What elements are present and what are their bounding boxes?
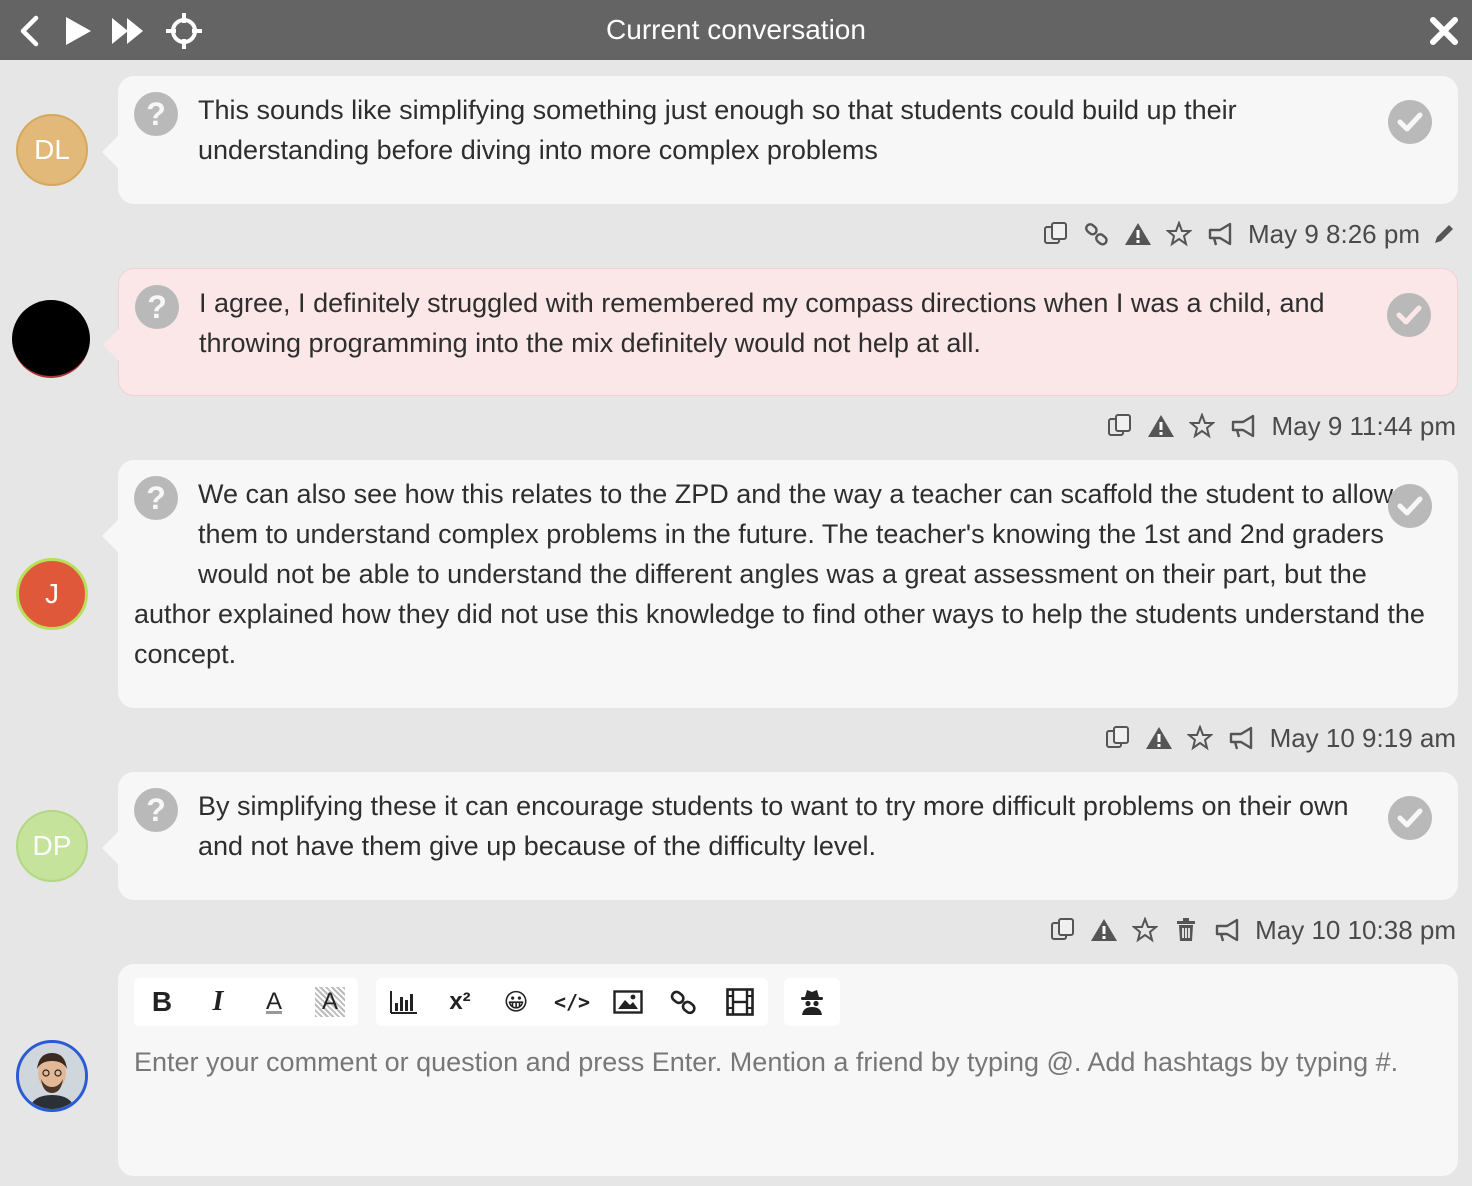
question-icon[interactable]: ? bbox=[134, 788, 178, 832]
star-icon[interactable] bbox=[1180, 718, 1221, 758]
page-title: Current conversation bbox=[606, 14, 866, 45]
link-button[interactable] bbox=[656, 978, 712, 1026]
comment-text: I agree, I definitely struggled with rem… bbox=[199, 288, 1325, 358]
comment-bubble: ? By simplifying these it can encourage … bbox=[102, 772, 1458, 900]
comment-text: By simplifying these it can encourage st… bbox=[198, 791, 1349, 861]
insert-toolbar: x² 😀 </> bbox=[376, 978, 768, 1026]
megaphone-icon[interactable] bbox=[1199, 214, 1240, 254]
image-button[interactable] bbox=[600, 978, 656, 1026]
user-photo-icon bbox=[19, 1043, 85, 1109]
question-icon[interactable]: ? bbox=[134, 92, 178, 136]
megaphone-icon[interactable] bbox=[1221, 718, 1262, 758]
film-icon bbox=[726, 988, 754, 1016]
avatar-initials: J bbox=[45, 578, 59, 609]
fast-forward-icon bbox=[112, 18, 143, 44]
timestamp: May 10 9:19 am bbox=[1269, 722, 1456, 753]
star-icon[interactable] bbox=[1124, 910, 1165, 950]
conversation-panel: DL ? This sounds like simplifying someth… bbox=[2, 60, 1472, 1186]
comment-meta: May 9 8:26 pm bbox=[1035, 214, 1456, 254]
trash-icon[interactable] bbox=[1165, 910, 1206, 950]
timestamp: May 9 8:26 pm bbox=[1248, 218, 1420, 249]
avatar[interactable] bbox=[12, 300, 90, 378]
crosshair-icon bbox=[166, 13, 202, 49]
avatar[interactable]: DP bbox=[16, 810, 88, 882]
copy-icon[interactable] bbox=[1099, 406, 1140, 446]
comment-text: This sounds like simplifying something j… bbox=[198, 95, 1237, 165]
check-icon[interactable] bbox=[1388, 100, 1432, 144]
check-icon[interactable] bbox=[1388, 796, 1432, 840]
check-icon[interactable] bbox=[1387, 293, 1431, 337]
back-button[interactable] bbox=[8, 10, 52, 52]
copy-icon[interactable] bbox=[1098, 718, 1139, 758]
copy-icon[interactable] bbox=[1042, 910, 1083, 950]
emoji-button[interactable]: 😀 bbox=[488, 978, 544, 1026]
warning-icon[interactable] bbox=[1117, 214, 1158, 254]
megaphone-icon[interactable] bbox=[1222, 406, 1263, 446]
timestamp: May 10 10:38 pm bbox=[1255, 914, 1456, 945]
comment-meta: May 10 10:38 pm bbox=[1042, 910, 1456, 950]
avatar-initials: DP bbox=[32, 830, 72, 861]
comment-composer: B I A A x² 😀 </> Enter your comment or q… bbox=[118, 964, 1458, 1176]
locate-button[interactable] bbox=[162, 10, 206, 52]
comment-bubble: ? This sounds like simplifying something… bbox=[102, 76, 1458, 204]
font-color-button[interactable]: A bbox=[246, 978, 302, 1026]
play-button[interactable] bbox=[56, 10, 100, 52]
comment-input[interactable]: Enter your comment or question and press… bbox=[134, 1042, 1434, 1082]
star-icon[interactable] bbox=[1181, 406, 1222, 446]
title-bar: Current conversation bbox=[0, 0, 1472, 60]
warning-icon[interactable] bbox=[1139, 718, 1180, 758]
link-icon[interactable] bbox=[1076, 214, 1117, 254]
timestamp: May 9 11:44 pm bbox=[1271, 410, 1456, 441]
comment-meta: May 10 9:19 am bbox=[1098, 718, 1456, 758]
link-icon bbox=[670, 990, 696, 1015]
star-icon[interactable] bbox=[1158, 214, 1199, 254]
close-icon bbox=[1430, 17, 1458, 45]
comment-bubble: ? I agree, I definitely struggled with r… bbox=[103, 268, 1458, 396]
italic-button[interactable]: I bbox=[190, 978, 246, 1026]
current-user-avatar[interactable] bbox=[16, 1040, 88, 1112]
pencil-icon[interactable] bbox=[1420, 222, 1456, 246]
warning-icon[interactable] bbox=[1083, 910, 1124, 950]
fast-forward-button[interactable] bbox=[106, 10, 150, 52]
megaphone-icon[interactable] bbox=[1206, 910, 1247, 950]
avatar[interactable]: J bbox=[16, 558, 88, 630]
play-icon bbox=[66, 17, 91, 45]
video-button[interactable] bbox=[712, 978, 768, 1026]
chart-icon bbox=[390, 991, 417, 1014]
superscript-button[interactable]: x² bbox=[432, 978, 488, 1026]
anonymous-button[interactable] bbox=[784, 978, 840, 1026]
comment-text: We can also see how this relates to the … bbox=[134, 479, 1425, 669]
comment-bubble: ? We can also see how this relates to th… bbox=[102, 460, 1458, 708]
format-toolbar: B I A A bbox=[134, 978, 358, 1026]
question-icon[interactable]: ? bbox=[135, 285, 179, 329]
avatar[interactable]: DL bbox=[16, 114, 88, 186]
close-button[interactable] bbox=[1422, 10, 1466, 52]
code-button[interactable]: </> bbox=[544, 978, 600, 1026]
check-icon[interactable] bbox=[1388, 484, 1432, 528]
comment-meta: May 9 11:44 pm bbox=[1099, 406, 1456, 446]
spy-icon bbox=[801, 990, 823, 1015]
question-icon[interactable]: ? bbox=[134, 476, 178, 520]
copy-icon[interactable] bbox=[1035, 214, 1076, 254]
chart-button[interactable] bbox=[376, 978, 432, 1026]
chevron-left-icon bbox=[20, 15, 39, 47]
anonymous-toolbar bbox=[784, 978, 840, 1026]
avatar-initials: DL bbox=[34, 134, 70, 165]
bold-button[interactable]: B bbox=[134, 978, 190, 1026]
image-icon bbox=[613, 990, 643, 1014]
warning-icon[interactable] bbox=[1140, 406, 1181, 446]
highlight-button[interactable]: A bbox=[302, 978, 358, 1026]
